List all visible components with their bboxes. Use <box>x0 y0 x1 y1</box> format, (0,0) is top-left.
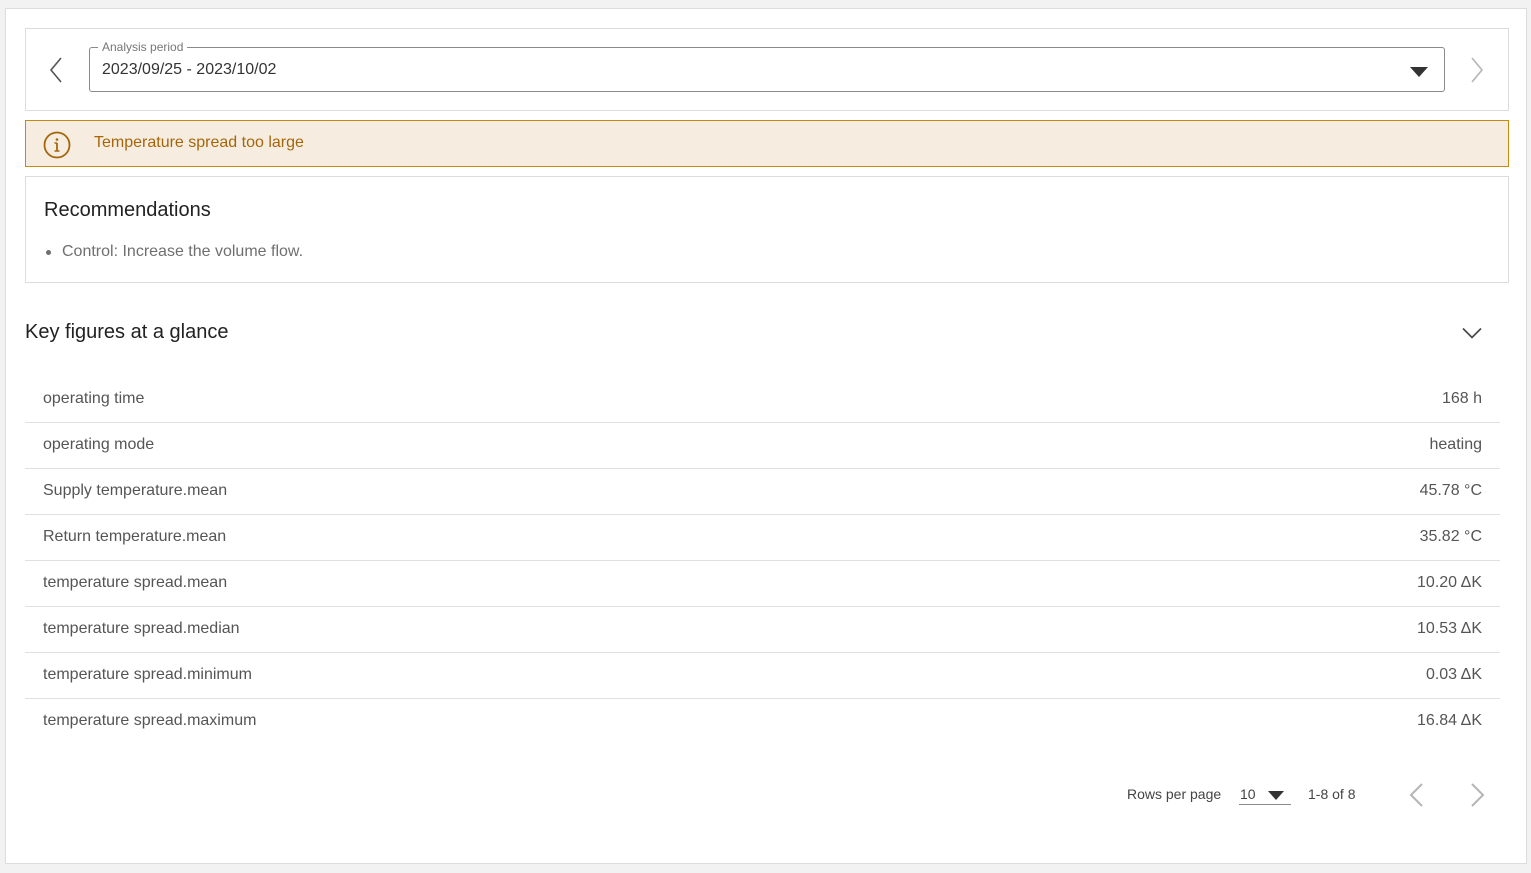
warning-alert: Temperature spread too large <box>25 120 1509 167</box>
table-row: temperature spread.minimum 0.03 ΔK <box>25 653 1500 699</box>
row-value: 16.84 ΔK <box>1417 712 1482 729</box>
analysis-period-label: Analysis period <box>98 40 188 54</box>
analysis-period-value: 2023/09/25 - 2023/10/02 <box>102 61 277 78</box>
recommendations-card: Recommendations Control: Increase the vo… <box>25 176 1509 283</box>
table-row: temperature spread.median 10.53 ΔK <box>25 607 1500 653</box>
rows-per-page-select[interactable]: 10 <box>1239 777 1291 805</box>
row-label: operating time <box>43 390 145 407</box>
pagination-range: 1-8 of 8 <box>1308 786 1356 802</box>
row-label: temperature spread.maximum <box>43 712 257 729</box>
next-page-button[interactable] <box>1465 780 1491 810</box>
key-figures-table: operating time 168 h operating mode heat… <box>25 377 1500 745</box>
next-period-button[interactable] <box>1465 57 1489 83</box>
recommendations-title: Recommendations <box>44 199 211 221</box>
row-label: temperature spread.mean <box>43 574 228 591</box>
table-row: Return temperature.mean 35.82 °C <box>25 515 1500 561</box>
rows-per-page-value: 10 <box>1240 786 1256 802</box>
row-value: 168 h <box>1441 390 1482 407</box>
table-row: temperature spread.mean 10.20 ΔK <box>25 561 1500 607</box>
table-pagination: Rows per page 10 1-8 of 8 <box>6 777 1528 817</box>
row-label: Return temperature.mean <box>43 528 227 545</box>
previous-page-button[interactable] <box>1403 780 1429 810</box>
row-value: 45.78 °C <box>1419 482 1482 499</box>
table-row: operating mode heating <box>25 423 1500 469</box>
key-figures-collapse-button[interactable] <box>1457 322 1487 344</box>
caret-down-icon <box>1268 791 1284 800</box>
table-row: operating time 168 h <box>25 377 1500 423</box>
period-selector-card: Analysis period 2023/09/25 - 2023/10/02 <box>25 28 1509 111</box>
row-label: temperature spread.minimum <box>43 666 252 683</box>
list-item: Control: Increase the volume flow. <box>45 243 304 260</box>
chevron-right-icon <box>1471 783 1485 807</box>
row-value: 10.53 ΔK <box>1417 620 1482 637</box>
info-circle-icon <box>43 131 71 159</box>
table-row: Supply temperature.mean 45.78 °C <box>25 469 1500 515</box>
key-figures-title: Key figures at a glance <box>25 321 229 343</box>
row-value: 10.20 ΔK <box>1417 574 1482 591</box>
analysis-period-select[interactable]: Analysis period 2023/09/25 - 2023/10/02 <box>89 40 1445 92</box>
table-row: temperature spread.maximum 16.84 ΔK <box>25 699 1500 745</box>
row-value: 35.82 °C <box>1419 528 1482 545</box>
chevron-right-icon <box>1471 57 1484 83</box>
chevron-left-icon <box>1409 783 1423 807</box>
rows-per-page-label: Rows per page <box>1127 786 1222 802</box>
chevron-down-icon <box>1462 327 1482 339</box>
row-label: operating mode <box>43 436 155 453</box>
row-value: 0.03 ΔK <box>1425 666 1482 683</box>
row-value: heating <box>1429 436 1483 453</box>
alert-message: Temperature spread too large <box>94 134 304 151</box>
previous-period-button[interactable] <box>44 57 68 83</box>
recommendations-list: Control: Increase the volume flow. <box>45 243 304 261</box>
row-label: Supply temperature.mean <box>43 482 228 499</box>
row-label: temperature spread.median <box>43 620 240 637</box>
analysis-panel: Analysis period 2023/09/25 - 2023/10/02 … <box>5 8 1527 864</box>
chevron-left-icon <box>49 57 62 83</box>
caret-down-icon <box>1410 67 1428 77</box>
